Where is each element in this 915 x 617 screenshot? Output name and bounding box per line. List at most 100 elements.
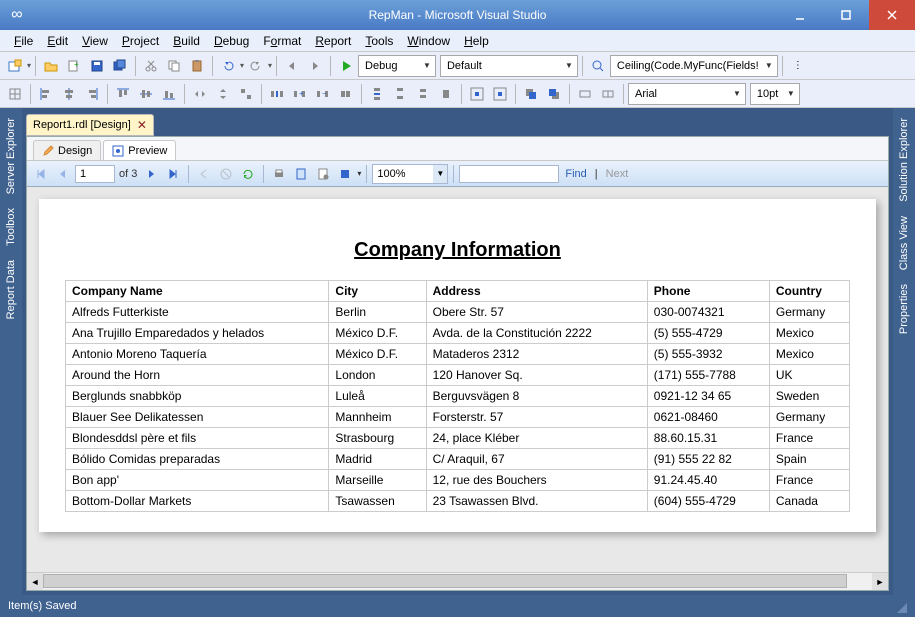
- print-layout-button[interactable]: [291, 164, 311, 184]
- send-back-icon[interactable]: [543, 83, 565, 105]
- split-cells-icon[interactable]: [597, 83, 619, 105]
- start-debug-button[interactable]: [335, 55, 357, 77]
- find-input[interactable]: [459, 165, 559, 183]
- h-space-rem-icon[interactable]: [335, 83, 357, 105]
- v-space-dec-icon[interactable]: [412, 83, 434, 105]
- maximize-button[interactable]: [823, 0, 869, 30]
- table-cell: Canada: [769, 491, 849, 512]
- nav-fwd-icon[interactable]: [304, 55, 326, 77]
- refresh-button[interactable]: [238, 164, 258, 184]
- align-middle-icon[interactable]: [135, 83, 157, 105]
- menu-tools[interactable]: Tools: [359, 32, 399, 50]
- close-tab-icon[interactable]: ✕: [137, 118, 147, 132]
- copy-icon[interactable]: [163, 55, 185, 77]
- document-tab[interactable]: Report1.rdl [Design] ✕: [26, 114, 154, 136]
- minimize-button[interactable]: [777, 0, 823, 30]
- print-button[interactable]: [269, 164, 289, 184]
- add-item-icon[interactable]: +: [63, 55, 85, 77]
- table-cell: Berglunds snabbköp: [66, 386, 329, 407]
- menu-help[interactable]: Help: [458, 32, 495, 50]
- menu-file[interactable]: File: [8, 32, 39, 50]
- page-setup-button[interactable]: [313, 164, 333, 184]
- scroll-right-icon[interactable]: ►: [872, 573, 888, 590]
- find-next-link[interactable]: Next: [602, 168, 633, 180]
- center-vert-icon[interactable]: [489, 83, 511, 105]
- stop-button[interactable]: [216, 164, 236, 184]
- toolbar-overflow-icon[interactable]: ⋮: [787, 55, 809, 77]
- back-parent-button[interactable]: [194, 164, 214, 184]
- font-size-dropdown[interactable]: ▼: [750, 83, 800, 105]
- report-viewer-toolbar: of 3 ▾ ▼ Find | Next: [27, 161, 888, 187]
- current-page-input[interactable]: [75, 165, 115, 183]
- solution-explorer-tab[interactable]: Solution Explorer: [896, 114, 912, 206]
- solution-config-dropdown[interactable]: ▼: [358, 55, 436, 77]
- align-left-icon[interactable]: [35, 83, 57, 105]
- merge-cells-icon[interactable]: [574, 83, 596, 105]
- v-space-inc-icon[interactable]: [389, 83, 411, 105]
- menu-edit[interactable]: Edit: [41, 32, 74, 50]
- align-right-icon[interactable]: [81, 83, 103, 105]
- same-height-icon[interactable]: [212, 83, 234, 105]
- align-bottom-icon[interactable]: [158, 83, 180, 105]
- resize-grip-icon[interactable]: [893, 599, 907, 613]
- cut-icon[interactable]: [140, 55, 162, 77]
- font-family-dropdown[interactable]: ▼: [628, 83, 746, 105]
- close-button[interactable]: [869, 0, 915, 30]
- nav-back-icon[interactable]: [281, 55, 303, 77]
- menu-build[interactable]: Build: [167, 32, 206, 50]
- menu-format[interactable]: Format: [257, 32, 307, 50]
- class-view-tab[interactable]: Class View: [896, 212, 912, 274]
- report-data-tab[interactable]: Report Data: [3, 256, 19, 323]
- align-center-icon[interactable]: [58, 83, 80, 105]
- expression-box[interactable]: ▼: [610, 55, 778, 77]
- redo-icon[interactable]: [245, 55, 267, 77]
- align-top-icon[interactable]: [112, 83, 134, 105]
- table-cell: (5) 555-4729: [647, 323, 769, 344]
- server-explorer-tab[interactable]: Server Explorer: [3, 114, 19, 198]
- toolbox-tab[interactable]: Toolbox: [3, 204, 19, 250]
- same-size-icon[interactable]: [235, 83, 257, 105]
- solution-platform-dropdown[interactable]: ▼: [440, 55, 578, 77]
- undo-icon[interactable]: [217, 55, 239, 77]
- table-row: Antonio Moreno TaqueríaMéxico D.F.Matade…: [66, 344, 850, 365]
- prev-page-button[interactable]: [53, 164, 73, 184]
- table-cell: Ana Trujillo Emparedados y helados: [66, 323, 329, 344]
- menu-debug[interactable]: Debug: [208, 32, 255, 50]
- next-page-button[interactable]: [141, 164, 161, 184]
- scroll-left-icon[interactable]: ◄: [27, 573, 43, 590]
- properties-tab[interactable]: Properties: [896, 280, 912, 338]
- same-width-icon[interactable]: [189, 83, 211, 105]
- export-button[interactable]: [335, 164, 355, 184]
- horizontal-scrollbar[interactable]: ◄ ►: [27, 572, 888, 590]
- last-page-button[interactable]: [163, 164, 183, 184]
- menu-view[interactable]: View: [76, 32, 114, 50]
- find-link[interactable]: Find: [561, 168, 590, 180]
- center-horiz-icon[interactable]: [466, 83, 488, 105]
- zoom-dropdown[interactable]: ▼: [372, 164, 448, 184]
- new-project-icon[interactable]: [4, 55, 26, 77]
- h-space-equal-icon[interactable]: [266, 83, 288, 105]
- menu-window[interactable]: Window: [401, 32, 456, 50]
- menu-report[interactable]: Report: [309, 32, 357, 50]
- h-space-dec-icon[interactable]: −: [312, 83, 334, 105]
- align-grid-icon[interactable]: [4, 83, 26, 105]
- h-space-inc-icon[interactable]: +: [289, 83, 311, 105]
- table-cell: UK: [769, 365, 849, 386]
- report-preview-scroll[interactable]: Company Information Company NameCityAddr…: [27, 187, 888, 572]
- paste-icon[interactable]: [186, 55, 208, 77]
- preview-tab[interactable]: Preview: [103, 140, 176, 160]
- bring-front-icon[interactable]: [520, 83, 542, 105]
- save-icon[interactable]: [86, 55, 108, 77]
- v-space-rem-icon[interactable]: [435, 83, 457, 105]
- save-all-icon[interactable]: [109, 55, 131, 77]
- first-page-button[interactable]: [31, 164, 51, 184]
- menu-project[interactable]: Project: [116, 32, 165, 50]
- open-icon[interactable]: [40, 55, 62, 77]
- scroll-thumb[interactable]: [43, 574, 847, 588]
- table-cell: 23 Tsawassen Blvd.: [426, 491, 647, 512]
- table-row: Bólido Comidas preparadasMadridC/ Araqui…: [66, 449, 850, 470]
- design-tab[interactable]: Design: [33, 140, 101, 160]
- v-space-equal-icon[interactable]: [366, 83, 388, 105]
- find-icon[interactable]: [587, 55, 609, 77]
- table-row: Bon app'Marseille12, rue des Bouchers91.…: [66, 470, 850, 491]
